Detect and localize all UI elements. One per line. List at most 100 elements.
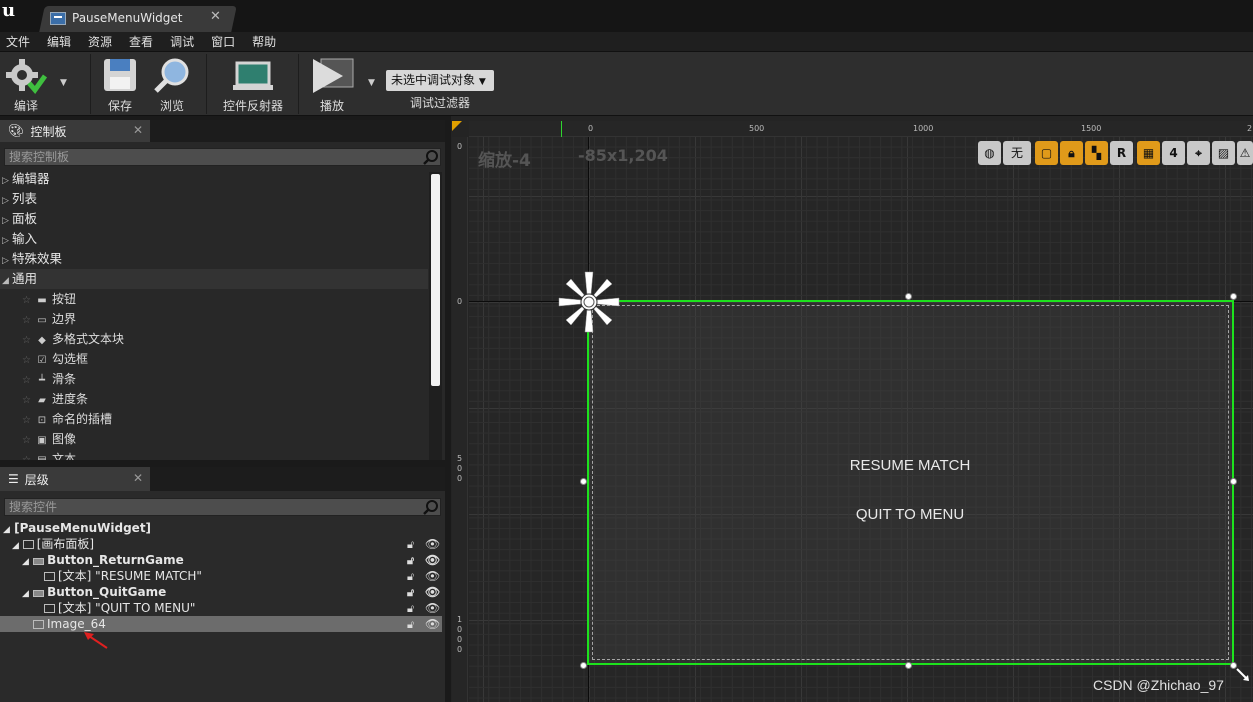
visibility-eye-icon[interactable]: 👁︎ — [425, 616, 440, 632]
hierarchy-row-root[interactable]: ◢ [PauseMenuWidget] — [0, 520, 442, 536]
favorite-star-icon[interactable]: ☆ — [22, 395, 31, 406]
favorite-star-icon[interactable]: ☆ — [22, 295, 31, 306]
category-label: 通用 — [12, 271, 38, 286]
unreal-logo-icon: u — [2, 0, 16, 21]
hierarchy-row-text-quit[interactable]: [文本] "QUIT TO MENU" 🔓︎ 👁︎ — [0, 600, 442, 616]
named-slot-widget-icon: ⊡ — [37, 415, 47, 426]
compile-label: 编译 — [13, 99, 38, 113]
favorite-star-icon[interactable]: ☆ — [22, 355, 31, 366]
hierarchy-row-image[interactable]: Image_64 🔓︎ 👁︎ — [0, 616, 442, 632]
respect-locks-button[interactable]: R — [1110, 141, 1133, 165]
document-tab-content[interactable]: PauseMenuWidget — [50, 9, 183, 27]
rich-text-widget-icon: ◆ — [38, 335, 46, 346]
lock-icon[interactable]: 🔓︎ — [407, 601, 414, 617]
palette-item-rich-text[interactable]: ☆ ◆ 多格式文本块 — [0, 329, 428, 349]
visibility-eye-icon[interactable]: 👁︎ — [425, 568, 440, 584]
lock-icon[interactable]: 🔓︎ — [407, 553, 414, 569]
favorite-star-icon[interactable]: ☆ — [22, 435, 31, 446]
palette-search-input[interactable]: 搜索控制板 — [4, 148, 441, 166]
image-icon: ▨ — [1217, 146, 1230, 160]
browse-button[interactable]: 浏览 — [150, 55, 194, 114]
grid-size-label: 4 — [1169, 146, 1178, 160]
anchor-flower-icon[interactable] — [557, 270, 621, 334]
background-image-button[interactable]: ▨ — [1212, 141, 1235, 165]
hierarchy-tab[interactable]: ☰ 层级 — [0, 467, 150, 491]
palette-item-button[interactable]: ☆ ▬ 按钮 — [0, 289, 428, 309]
resume-match-text[interactable]: RESUME MATCH — [810, 457, 1010, 474]
palette-category-panel[interactable]: ▷ 面板 — [0, 209, 428, 229]
palette-category-input[interactable]: ▷ 输入 — [0, 229, 428, 249]
resize-handle-bottom-left[interactable] — [580, 662, 587, 669]
palette-close-icon[interactable]: ✕ — [133, 123, 143, 137]
layout-button[interactable]: ▚ — [1085, 141, 1108, 165]
warning-button[interactable]: ⚠ — [1237, 141, 1253, 165]
lock-icon[interactable]: 🔓︎ — [407, 537, 414, 553]
no-effect-button[interactable]: 无 — [1003, 141, 1031, 165]
ruler-cursor-marker — [561, 121, 562, 137]
hierarchy-close-icon[interactable]: ✕ — [133, 471, 143, 485]
lock-icon[interactable]: 🔓︎ — [407, 569, 414, 585]
favorite-star-icon[interactable]: ☆ — [22, 375, 31, 386]
search-icon[interactable] — [423, 149, 439, 165]
favorite-star-icon[interactable]: ☆ — [22, 335, 31, 346]
palette-tab[interactable]: 🎨︎ 控制板 — [0, 120, 150, 142]
palette-scrollbar-thumb[interactable] — [431, 174, 440, 386]
fit-button[interactable]: ⌖ — [1187, 141, 1210, 165]
transform-button[interactable]: ▢ — [1035, 141, 1058, 165]
compile-button[interactable]: 编译 — [4, 55, 48, 114]
resize-handle-top[interactable] — [905, 293, 912, 300]
visibility-eye-icon[interactable]: 👁︎ — [425, 584, 440, 600]
resize-handle-right[interactable] — [1230, 478, 1237, 485]
visibility-eye-icon[interactable]: 👁︎ — [425, 536, 440, 552]
hierarchy-row-button-quit[interactable]: ◢ Button_QuitGame 🔓︎ 👁︎ — [0, 584, 442, 600]
compile-options-chevron-icon[interactable]: ▼ — [60, 78, 67, 88]
debug-object-select[interactable]: 未选中调试对象 ▼ — [386, 70, 494, 91]
hierarchy-row-text-resume[interactable]: [文本] "RESUME MATCH" 🔓︎ 👁︎ — [0, 568, 442, 584]
grid-snap-button[interactable]: ▦ — [1137, 141, 1160, 165]
text-widget-icon: ▤ — [35, 451, 49, 460]
toolbar-separator — [90, 54, 91, 114]
palette-category-list[interactable]: ▷ 列表 — [0, 189, 428, 209]
widget-reflector-button[interactable]: 控件反射器 — [218, 55, 288, 114]
palette-item-progress-bar[interactable]: ☆ ▰ 进度条 — [0, 389, 428, 409]
world-space-button[interactable]: ◍ — [978, 141, 1001, 165]
menu-view[interactable]: 查看 — [129, 33, 153, 50]
lock-icon[interactable]: 🔓︎ — [407, 617, 414, 633]
palette-item-slider[interactable]: ☆ ┷ 滑条 — [0, 369, 428, 389]
resize-handle-left[interactable] — [580, 478, 587, 485]
favorite-star-icon[interactable]: ☆ — [22, 415, 31, 426]
palette-item-text[interactable]: ☆ ▤文本 — [0, 449, 428, 460]
palette-category-special-effects[interactable]: ▷ 特殊效果 — [0, 249, 428, 269]
visibility-eye-icon[interactable]: 👁︎ — [425, 552, 440, 568]
menu-window[interactable]: 窗口 — [211, 33, 235, 50]
menu-edit[interactable]: 编辑 — [47, 33, 71, 50]
menu-debug[interactable]: 调试 — [170, 33, 194, 50]
border-widget-icon: ▭ — [37, 315, 47, 326]
menu-assets[interactable]: 资源 — [88, 33, 112, 50]
close-tab-icon[interactable]: ✕ — [210, 9, 221, 24]
palette-item-checkbox[interactable]: ☆ ☑ 勾选框 — [0, 349, 428, 369]
hierarchy-search-input[interactable]: 搜索控件 — [4, 498, 441, 516]
grid-size-button[interactable]: 4 — [1162, 141, 1185, 165]
menu-help[interactable]: 帮助 — [252, 33, 276, 50]
palette-item-border[interactable]: ☆ ▭ 边界 — [0, 309, 428, 329]
palette-item-image[interactable]: ☆ ▣ 图像 — [0, 429, 428, 449]
save-button[interactable]: 保存 — [100, 55, 140, 114]
favorite-star-icon[interactable]: ☆ — [22, 455, 31, 460]
favorite-star-icon[interactable]: ☆ — [22, 315, 31, 326]
play-button[interactable]: 播放 — [308, 55, 356, 114]
hierarchy-row-canvas-panel[interactable]: ◢ [画布面板] 🔓︎ 👁︎ — [0, 536, 442, 552]
resize-handle-bottom[interactable] — [905, 662, 912, 669]
search-icon[interactable] — [423, 499, 439, 515]
lock-icon[interactable]: 🔓︎ — [407, 585, 414, 601]
palette-category-editor[interactable]: ▷ 编辑器 — [0, 169, 428, 189]
resize-handle-top-right[interactable] — [1230, 293, 1237, 300]
lock-button[interactable]: 🔒︎ — [1060, 141, 1083, 165]
palette-item-named-slot[interactable]: ☆ ⊡ 命名的插槽 — [0, 409, 428, 429]
palette-category-common[interactable]: ◢ 通用 — [0, 269, 428, 289]
visibility-eye-icon[interactable]: 👁︎ — [425, 600, 440, 616]
play-options-chevron-icon[interactable]: ▼ — [368, 78, 375, 88]
menu-file[interactable]: 文件 — [6, 33, 30, 50]
hierarchy-row-button-return[interactable]: ◢ Button_ReturnGame 🔓︎ 👁︎ — [0, 552, 442, 568]
quit-to-menu-text[interactable]: QUIT TO MENU — [810, 506, 1010, 523]
